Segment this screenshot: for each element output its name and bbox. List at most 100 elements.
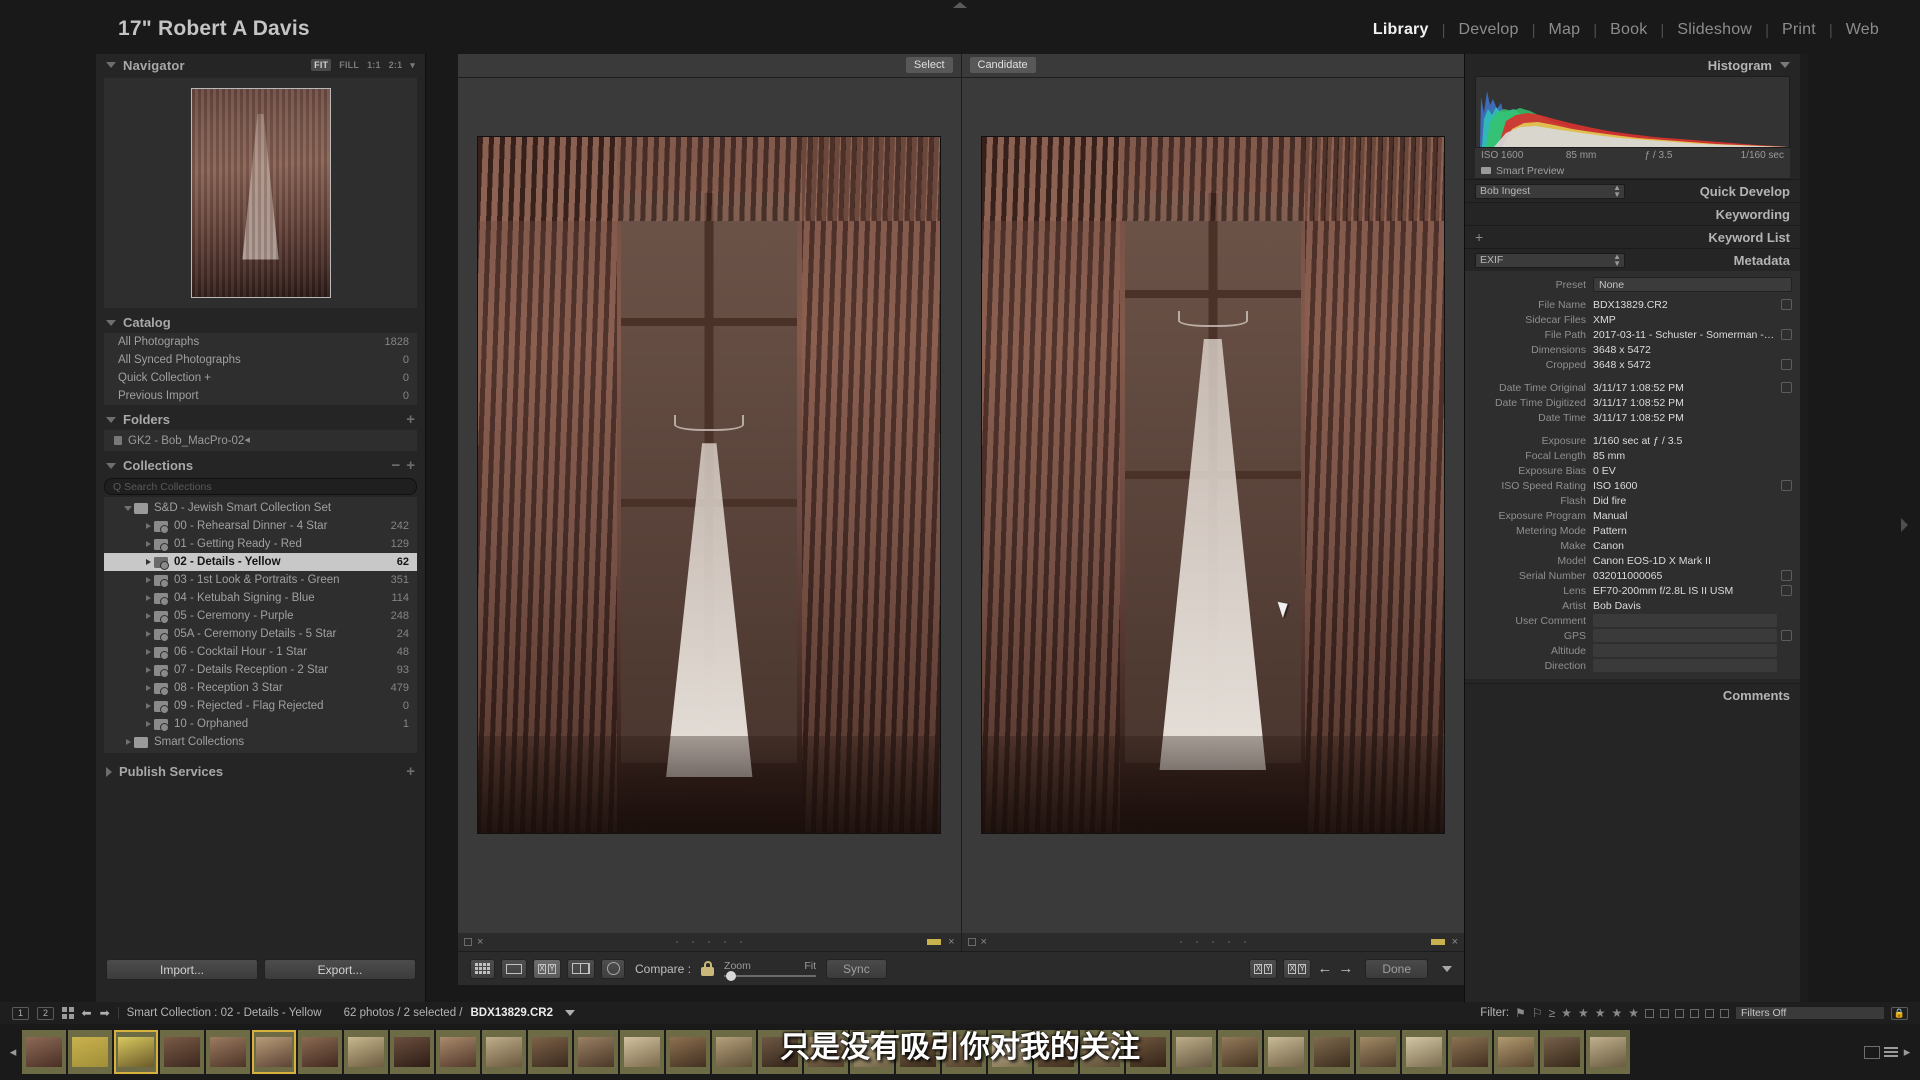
flag-reject-icon[interactable]: ⚐ xyxy=(1532,1006,1543,1020)
collections-disclosure-icon[interactable] xyxy=(106,462,116,469)
quick-develop-header[interactable]: Bob Ingest ▲ ▼ Quick Develop xyxy=(1465,179,1800,202)
publish-services-disclosure-icon[interactable] xyxy=(106,766,112,777)
folder-item-volume[interactable]: GK2 - Bob_MacPro-02 ◂ xyxy=(104,431,417,450)
smart-preview-row[interactable]: Smart Preview xyxy=(1475,163,1790,179)
histogram-graph[interactable] xyxy=(1475,76,1790,148)
select-tag[interactable]: Select xyxy=(905,57,953,73)
metadata-row-exposure-bias[interactable]: Exposure Bias 0 EV xyxy=(1465,463,1800,478)
navigator-header[interactable]: Navigator FIT FILL 1:1 2:1 ▾ xyxy=(96,54,425,76)
metadata-row-file-name[interactable]: File Name BDX13829.CR2 xyxy=(1465,297,1800,312)
collection-row[interactable]: 05A - Ceremony Details - 5 Star 24 xyxy=(104,625,417,643)
histogram-header[interactable]: Histogram xyxy=(1465,54,1800,76)
star-4-icon[interactable]: ★ xyxy=(1611,1006,1622,1020)
collection-row[interactable]: 01 - Getting Ready - Red 129 xyxy=(104,535,417,553)
filmstrip-thumbnail[interactable] xyxy=(436,1030,480,1074)
filmstrip-view-icon[interactable] xyxy=(1864,1045,1880,1059)
metadata-row-altitude[interactable]: Altitude xyxy=(1465,643,1800,658)
catalog-disclosure-icon[interactable] xyxy=(106,319,116,326)
filmstrip-thumbnail[interactable] xyxy=(666,1030,710,1074)
catalog-header[interactable]: Catalog xyxy=(96,308,425,333)
filmstrip-thumbnail[interactable] xyxy=(1310,1030,1354,1074)
collection-row[interactable]: 08 - Reception 3 Star 479 xyxy=(104,679,417,697)
metadata-row-make[interactable]: Make Canon xyxy=(1465,538,1800,553)
rating-dots[interactable] xyxy=(676,941,743,943)
metadata-row-date-time[interactable]: Date Time 3/11/17 1:08:52 PM xyxy=(1465,410,1800,425)
flag-icon[interactable] xyxy=(464,938,472,946)
lock-icon[interactable] xyxy=(701,961,715,976)
filmstrip-thumbnail[interactable] xyxy=(22,1030,66,1074)
close-icon[interactable]: × xyxy=(948,936,954,948)
navigator-disclosure-icon[interactable] xyxy=(106,62,116,68)
metadata-row-file-path[interactable]: File Path 2017-03-11 - Schuster - Somerm… xyxy=(1465,327,1800,342)
filmstrip-thumbnail[interactable] xyxy=(160,1030,204,1074)
top-panel-toggle-icon[interactable] xyxy=(953,2,967,8)
quick-develop-preset-select[interactable]: Bob Ingest ▲ ▼ xyxy=(1475,183,1625,199)
filmstrip-thumbnail[interactable] xyxy=(574,1030,618,1074)
keyword-list-add-icon[interactable]: + xyxy=(1475,230,1483,244)
navigator-thumbnail[interactable] xyxy=(190,88,331,298)
catalog-item-all-synced-photographs[interactable]: All Synced Photographs 0 xyxy=(104,351,417,369)
filmstrip-thumbnail[interactable] xyxy=(1080,1030,1124,1074)
right-panel-collapse-icon[interactable] xyxy=(1901,518,1908,532)
module-develop[interactable]: Develop xyxy=(1445,21,1531,39)
module-slideshow[interactable]: Slideshow xyxy=(1664,21,1765,39)
color-label-green-icon[interactable] xyxy=(1675,1008,1684,1018)
keywording-title-wrap[interactable]: Keywording xyxy=(1716,207,1790,222)
zoom-fit[interactable]: FIT xyxy=(311,59,332,71)
filmstrip-thumbnail[interactable] xyxy=(206,1030,250,1074)
disclosure-icon[interactable] xyxy=(142,595,154,601)
folders-add-button[interactable]: + xyxy=(406,412,415,427)
publish-services-add-button[interactable]: + xyxy=(406,764,415,779)
filmstrip-thumbnail[interactable] xyxy=(482,1030,526,1074)
close-icon[interactable]: × xyxy=(1452,936,1458,948)
metadata-action-icon[interactable] xyxy=(1781,382,1792,393)
flag-icon[interactable] xyxy=(967,938,976,946)
metadata-row-direction[interactable]: Direction xyxy=(1465,658,1800,673)
comments-title-wrap[interactable]: Comments xyxy=(1723,688,1790,703)
filmstrip-thumbnail[interactable] xyxy=(1402,1030,1446,1074)
keyword-list-header[interactable]: + Keyword List xyxy=(1465,225,1800,248)
metadata-row-focal-length[interactable]: Focal Length 85 mm xyxy=(1465,448,1800,463)
metadata-row-metering-mode[interactable]: Metering Mode Pattern xyxy=(1465,523,1800,538)
metadata-value-field[interactable] xyxy=(1593,659,1777,672)
disclosure-icon[interactable] xyxy=(142,613,154,619)
disclosure-icon[interactable] xyxy=(142,577,154,583)
filmstrip-thumbnail[interactable] xyxy=(1586,1030,1630,1074)
filmstrip-thumbnail-selected[interactable] xyxy=(114,1030,158,1074)
navigator-preview[interactable] xyxy=(104,78,417,308)
color-label-yellow-icon[interactable] xyxy=(1430,939,1445,945)
metadata-row-serial-number[interactable]: Serial Number 032011000065 xyxy=(1465,568,1800,583)
collection-set-disclosure-icon[interactable] xyxy=(122,505,134,511)
catalog-item-all-photographs[interactable]: All Photographs 1828 xyxy=(104,333,417,351)
metadata-row-user-comment[interactable]: User Comment xyxy=(1465,613,1800,628)
identity-plate[interactable]: 17" Robert A Davis xyxy=(118,17,310,41)
disclosure-icon[interactable] xyxy=(122,739,134,745)
collection-row[interactable]: 05 - Ceremony - Purple 248 xyxy=(104,607,417,625)
metadata-header[interactable]: EXIF ▲ ▼ Metadata xyxy=(1465,248,1800,271)
metadata-action-icon[interactable] xyxy=(1781,585,1792,596)
filmstrip-thumbnail[interactable] xyxy=(1218,1030,1262,1074)
quick-develop-title-wrap[interactable]: Quick Develop xyxy=(1700,184,1790,199)
disclosure-icon[interactable] xyxy=(142,541,154,547)
catalog-item-previous-import[interactable]: Previous Import 0 xyxy=(104,387,417,405)
source-label[interactable]: Smart Collection : 02 - Details - Yellow xyxy=(127,1007,322,1019)
folders-disclosure-icon[interactable] xyxy=(106,416,116,423)
metadata-action-icon[interactable] xyxy=(1781,570,1792,581)
collection-row[interactable]: 09 - Rejected - Flag Rejected 0 xyxy=(104,697,417,715)
rating-operator-icon[interactable]: ≥ xyxy=(1549,1006,1556,1020)
metadata-action-icon[interactable] xyxy=(1781,359,1792,370)
collections-header[interactable]: Collections − + xyxy=(96,451,425,476)
color-label-blue-icon[interactable] xyxy=(1690,1008,1699,1018)
filmstrip-thumbnail[interactable] xyxy=(1540,1030,1584,1074)
grid-view-button[interactable] xyxy=(470,958,495,979)
filmstrip-menu-icon[interactable] xyxy=(1884,1047,1898,1057)
stepper-icon[interactable]: ▲ ▼ xyxy=(1613,183,1621,198)
page-2-button[interactable]: 2 xyxy=(37,1006,54,1020)
filmstrip-thumbnail[interactable] xyxy=(712,1030,756,1074)
keyword-list-title-wrap[interactable]: Keyword List xyxy=(1708,230,1790,245)
metadata-value-field[interactable] xyxy=(1593,614,1777,627)
star-3-icon[interactable]: ★ xyxy=(1595,1006,1606,1020)
disclosure-icon[interactable] xyxy=(142,631,154,637)
metadata-row-sidecar-files[interactable]: Sidecar Files XMP xyxy=(1465,312,1800,327)
next-photo-button[interactable]: → xyxy=(1338,960,1353,977)
